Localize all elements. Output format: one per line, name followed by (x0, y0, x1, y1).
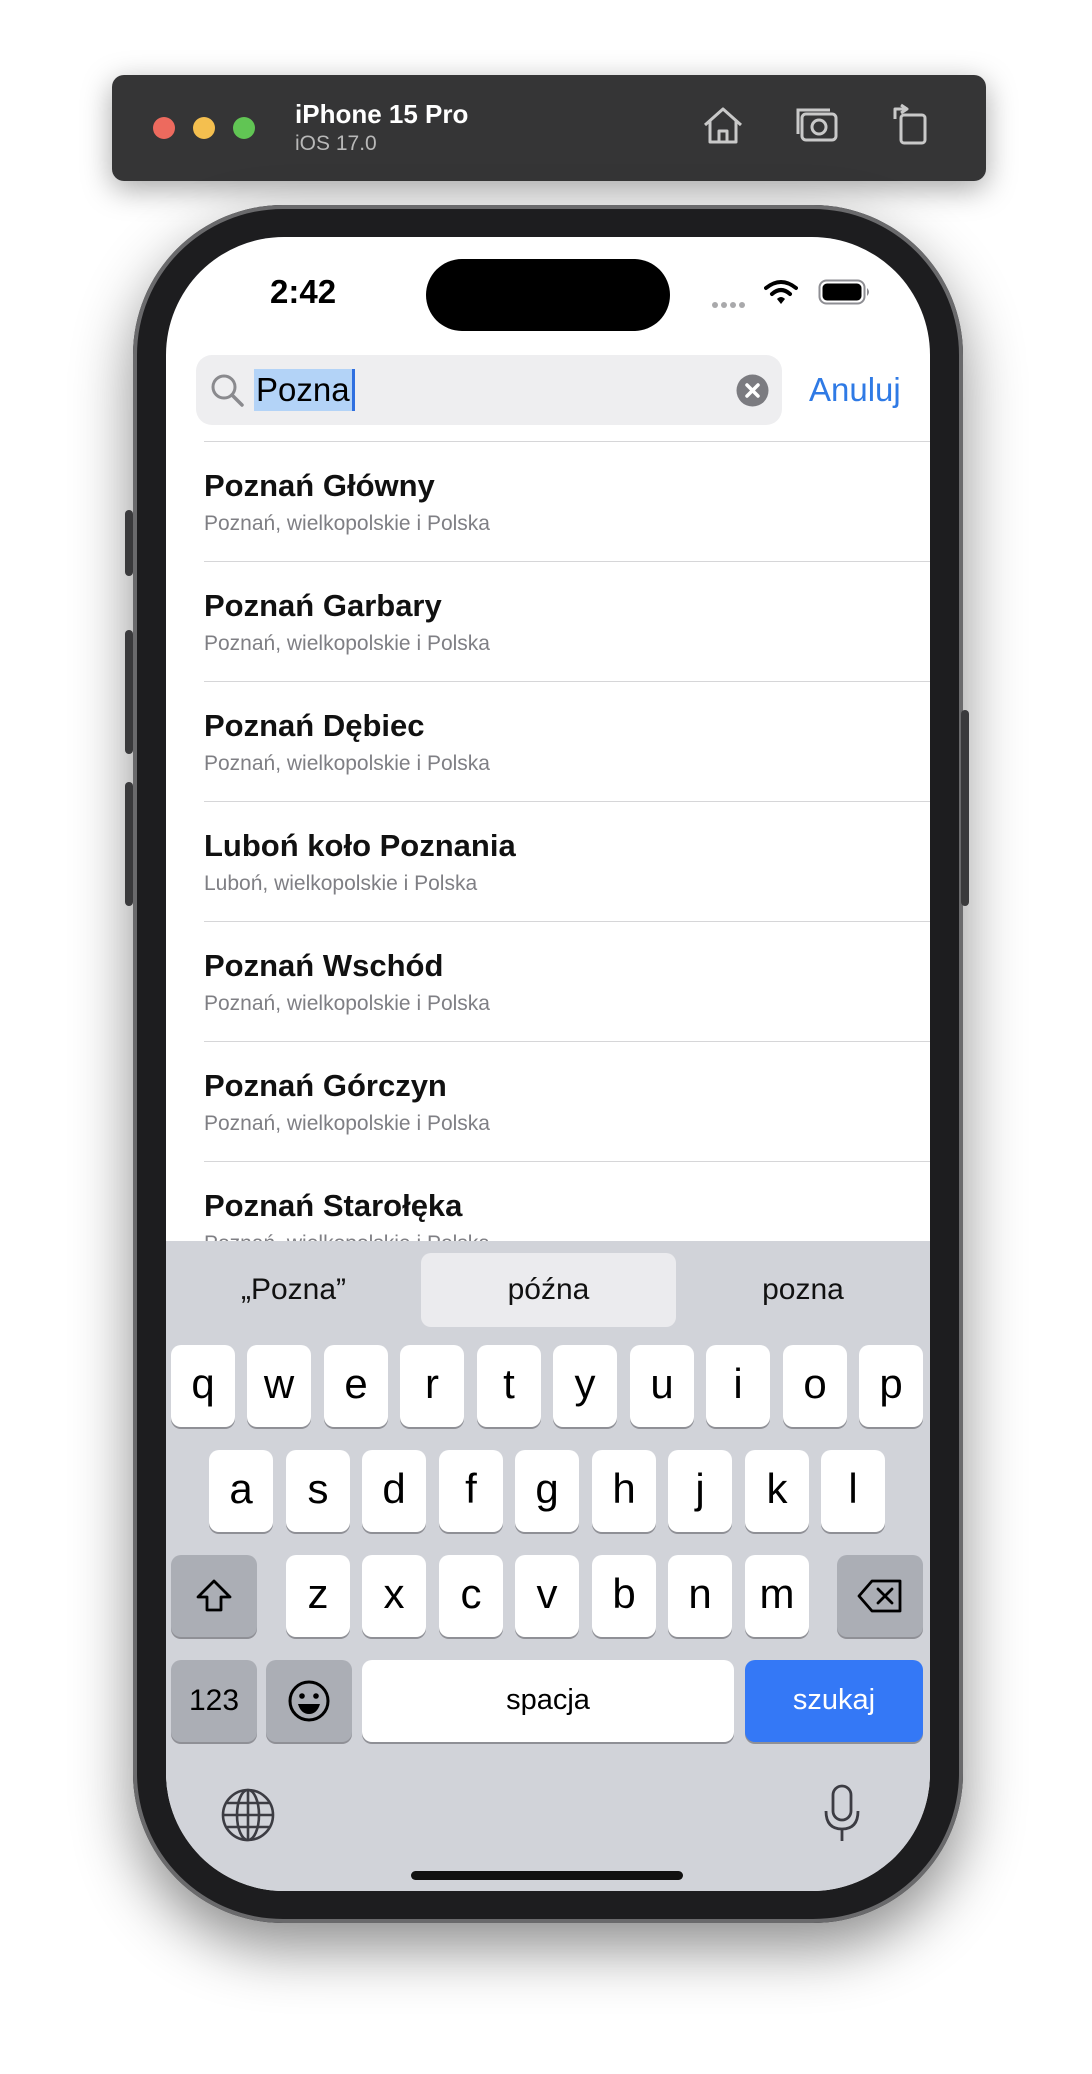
wifi-icon (764, 279, 798, 305)
signal-icon (712, 295, 748, 313)
numbers-key[interactable]: 123 (171, 1660, 257, 1742)
backspace-key[interactable] (837, 1555, 923, 1637)
emoji-key[interactable] (266, 1660, 352, 1742)
list-item[interactable]: Poznań Wschód Poznań, wielkopolskie i Po… (204, 921, 930, 1041)
key-l[interactable]: l (821, 1450, 885, 1532)
key-w[interactable]: w (247, 1345, 311, 1427)
key-z[interactable]: z (286, 1555, 350, 1637)
search-key[interactable]: szukaj (745, 1660, 923, 1742)
result-subtitle: Poznań, wielkopolskie i Polska (204, 632, 490, 655)
clear-search-icon[interactable] (736, 374, 769, 407)
result-title: Luboń koło Poznania (204, 828, 516, 863)
close-window-button[interactable] (153, 117, 175, 139)
power-button (961, 710, 969, 906)
suggestion-literal[interactable]: „Pozna” (166, 1253, 421, 1327)
search-field[interactable]: Pozna (196, 355, 782, 425)
list-item[interactable]: Luboń koło Poznania Luboń, wielkopolskie… (204, 801, 930, 921)
home-indicator (411, 1871, 683, 1880)
space-key[interactable]: spacja (362, 1660, 734, 1742)
result-title: Poznań Starołęka (204, 1188, 463, 1223)
key-o[interactable]: o (783, 1345, 847, 1427)
volume-up-button (125, 630, 133, 754)
key-k[interactable]: k (745, 1450, 809, 1532)
key-t[interactable]: t (477, 1345, 541, 1427)
device-name: iPhone 15 Pro (295, 99, 469, 129)
result-subtitle: Luboń, wielkopolskie i Polska (204, 872, 478, 895)
key-h[interactable]: h (592, 1450, 656, 1532)
key-s[interactable]: s (286, 1450, 350, 1532)
phone-screen: 2:42 Pozna Anuluj Poznań Główny Poznań, … (166, 237, 930, 1891)
key-n[interactable]: n (668, 1555, 732, 1637)
result-subtitle: Poznań, wielkopolskie i Polska (204, 752, 490, 775)
key-d[interactable]: d (362, 1450, 426, 1532)
results-list: Poznań Główny Poznań, wielkopolskie i Po… (166, 441, 930, 1255)
key-b[interactable]: b (592, 1555, 656, 1637)
key-i[interactable]: i (706, 1345, 770, 1427)
shift-key[interactable] (171, 1555, 257, 1637)
list-item[interactable]: Poznań Górczyn Poznań, wielkopolskie i P… (204, 1041, 930, 1161)
key-e[interactable]: e (324, 1345, 388, 1427)
search-input-text[interactable]: Pozna (254, 369, 355, 411)
dynamic-island (426, 259, 670, 331)
key-f[interactable]: f (439, 1450, 503, 1532)
key-c[interactable]: c (439, 1555, 503, 1637)
simulator-toolbar: iPhone 15 Pro iOS 17.0 (112, 75, 986, 181)
result-subtitle: Poznań, wielkopolskie i Polska (204, 512, 490, 535)
rotate-icon[interactable] (885, 99, 937, 151)
result-title: Poznań Górczyn (204, 1068, 447, 1103)
key-v[interactable]: v (515, 1555, 579, 1637)
device-os-version: iOS 17.0 (295, 132, 377, 155)
suggestion-primary[interactable]: późna (421, 1253, 676, 1327)
battery-icon (818, 279, 872, 305)
globe-icon[interactable] (220, 1787, 276, 1843)
status-time: 2:42 (270, 273, 337, 310)
result-title: Poznań Garbary (204, 588, 442, 623)
action-button (125, 510, 133, 576)
list-item[interactable]: Poznań Główny Poznań, wielkopolskie i Po… (204, 441, 930, 561)
list-item[interactable]: Poznań Garbary Poznań, wielkopolskie i P… (204, 561, 930, 681)
result-subtitle: Poznań, wielkopolskie i Polska (204, 1112, 490, 1135)
zoom-window-button[interactable] (233, 117, 255, 139)
key-p[interactable]: p (859, 1345, 923, 1427)
search-icon (211, 374, 244, 407)
minimize-window-button[interactable] (193, 117, 215, 139)
key-x[interactable]: x (362, 1555, 426, 1637)
key-y[interactable]: y (553, 1345, 617, 1427)
cancel-button[interactable]: Anuluj (809, 371, 901, 409)
key-u[interactable]: u (630, 1345, 694, 1427)
home-icon[interactable] (697, 99, 749, 151)
microphone-icon[interactable] (822, 1783, 862, 1845)
key-m[interactable]: m (745, 1555, 809, 1637)
keyboard: „Pozna” późna pozna q w e r t y u i o p … (166, 1241, 930, 1891)
volume-down-button (125, 782, 133, 906)
result-title: Poznań Wschód (204, 948, 444, 983)
shift-icon (196, 1579, 232, 1612)
screenshot-icon[interactable] (792, 99, 844, 151)
result-subtitle: Poznań, wielkopolskie i Polska (204, 992, 490, 1015)
suggestion-alternate[interactable]: pozna (676, 1253, 930, 1327)
key-j[interactable]: j (668, 1450, 732, 1532)
key-r[interactable]: r (400, 1345, 464, 1427)
key-g[interactable]: g (515, 1450, 579, 1532)
key-q[interactable]: q (171, 1345, 235, 1427)
result-title: Poznań Dębiec (204, 708, 425, 743)
result-title: Poznań Główny (204, 468, 435, 503)
emoji-icon (288, 1680, 330, 1722)
key-a[interactable]: a (209, 1450, 273, 1532)
backspace-icon (857, 1579, 902, 1613)
list-item[interactable]: Poznań Dębiec Poznań, wielkopolskie i Po… (204, 681, 930, 801)
